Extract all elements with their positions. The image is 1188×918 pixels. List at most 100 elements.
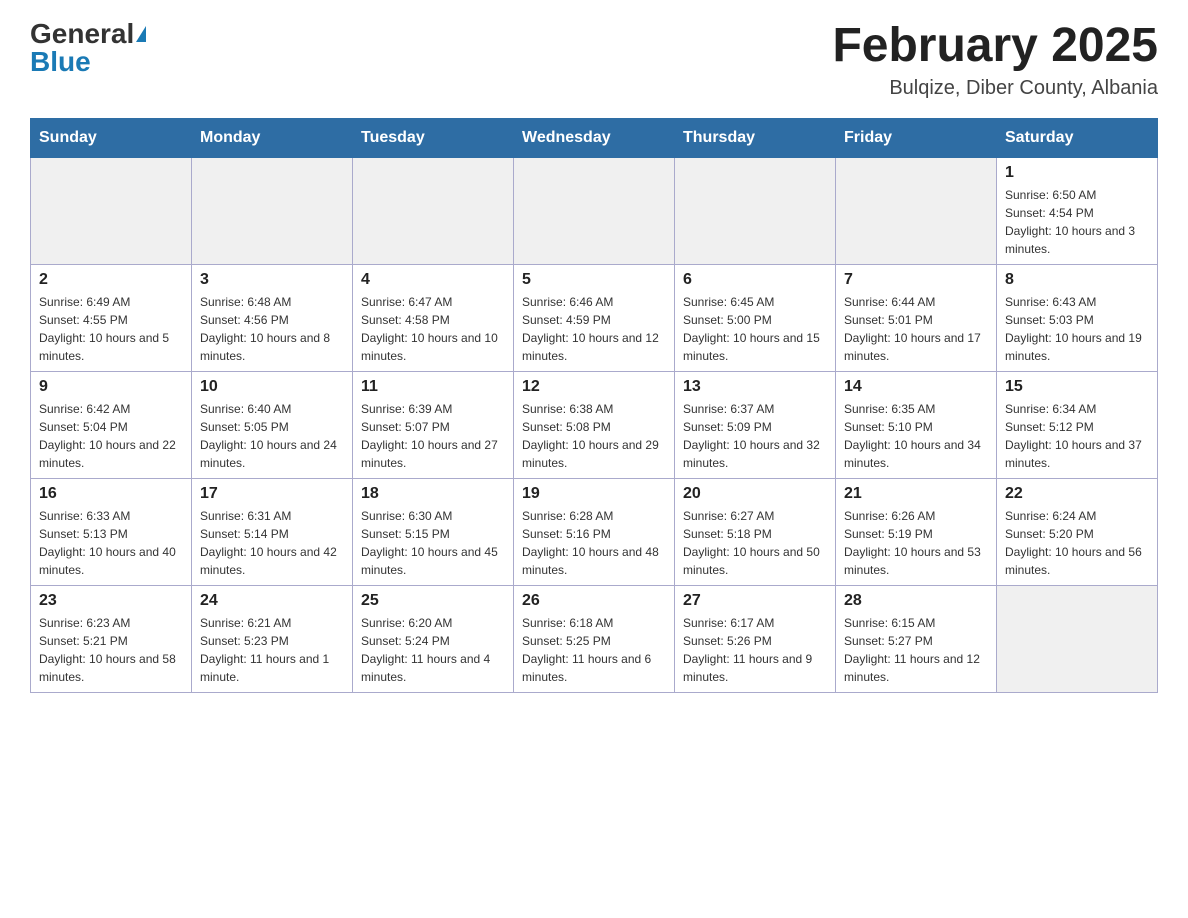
calendar-cell: 23 Sunrise: 6:23 AM Sunset: 5:21 PM Dayli…	[31, 585, 192, 692]
day-info: Sunrise: 6:23 AM Sunset: 5:21 PM Dayligh…	[39, 614, 183, 686]
logo-triangle-icon	[136, 26, 146, 42]
day-number: 23	[39, 592, 183, 610]
calendar-cell: 3 Sunrise: 6:48 AM Sunset: 4:56 PM Daylig…	[192, 264, 353, 371]
day-info: Sunrise: 6:42 AM Sunset: 5:04 PM Dayligh…	[39, 400, 183, 472]
calendar-cell	[192, 157, 353, 264]
day-number: 5	[522, 271, 666, 289]
day-info: Sunrise: 6:47 AM Sunset: 4:58 PM Dayligh…	[361, 293, 505, 365]
day-header-tuesday: Tuesday	[353, 118, 514, 157]
day-info: Sunrise: 6:33 AM Sunset: 5:13 PM Dayligh…	[39, 507, 183, 579]
day-info: Sunrise: 6:28 AM Sunset: 5:16 PM Dayligh…	[522, 507, 666, 579]
calendar-cell: 20 Sunrise: 6:27 AM Sunset: 5:18 PM Dayli…	[675, 478, 836, 585]
day-info: Sunrise: 6:38 AM Sunset: 5:08 PM Dayligh…	[522, 400, 666, 472]
day-number: 3	[200, 271, 344, 289]
day-info: Sunrise: 6:43 AM Sunset: 5:03 PM Dayligh…	[1005, 293, 1149, 365]
day-number: 1	[1005, 164, 1149, 182]
day-info: Sunrise: 6:49 AM Sunset: 4:55 PM Dayligh…	[39, 293, 183, 365]
day-info: Sunrise: 6:48 AM Sunset: 4:56 PM Dayligh…	[200, 293, 344, 365]
calendar-cell	[31, 157, 192, 264]
day-info: Sunrise: 6:35 AM Sunset: 5:10 PM Dayligh…	[844, 400, 988, 472]
day-info: Sunrise: 6:37 AM Sunset: 5:09 PM Dayligh…	[683, 400, 827, 472]
header: General Blue February 2025 Bulqize, Dibe…	[30, 20, 1158, 100]
day-number: 20	[683, 485, 827, 503]
day-header-thursday: Thursday	[675, 118, 836, 157]
calendar-cell	[514, 157, 675, 264]
calendar-cell: 22Sunrise: 6:24 AM Sunset: 5:20 PM Dayli…	[997, 478, 1158, 585]
calendar-cell: 6 Sunrise: 6:45 AM Sunset: 5:00 PM Daylig…	[675, 264, 836, 371]
calendar-week-row: 16Sunrise: 6:33 AM Sunset: 5:13 PM Dayli…	[31, 478, 1158, 585]
calendar-table: SundayMondayTuesdayWednesdayThursdayFrid…	[30, 118, 1158, 693]
day-info: Sunrise: 6:45 AM Sunset: 5:00 PM Dayligh…	[683, 293, 827, 365]
day-number: 28	[844, 592, 988, 610]
calendar-cell: 4 Sunrise: 6:47 AM Sunset: 4:58 PM Daylig…	[353, 264, 514, 371]
day-number: 26	[522, 592, 666, 610]
day-number: 17	[200, 485, 344, 503]
calendar-cell	[353, 157, 514, 264]
day-number: 4	[361, 271, 505, 289]
day-info: Sunrise: 6:17 AM Sunset: 5:26 PM Dayligh…	[683, 614, 827, 686]
calendar-cell: 13 Sunrise: 6:37 AM Sunset: 5:09 PM Dayli…	[675, 371, 836, 478]
title-area: February 2025 Bulqize, Diber County, Alb…	[832, 20, 1158, 100]
calendar-cell: 25Sunrise: 6:20 AM Sunset: 5:24 PM Dayli…	[353, 585, 514, 692]
day-info: Sunrise: 6:20 AM Sunset: 5:24 PM Dayligh…	[361, 614, 505, 686]
calendar-week-row: 23 Sunrise: 6:23 AM Sunset: 5:21 PM Dayli…	[31, 585, 1158, 692]
day-number: 8	[1005, 271, 1149, 289]
month-title: February 2025	[832, 20, 1158, 73]
calendar-cell	[675, 157, 836, 264]
day-number: 10	[200, 378, 344, 396]
calendar-cell: 9 Sunrise: 6:42 AM Sunset: 5:04 PM Daylig…	[31, 371, 192, 478]
day-number: 18	[361, 485, 505, 503]
calendar-cell	[836, 157, 997, 264]
day-info: Sunrise: 6:18 AM Sunset: 5:25 PM Dayligh…	[522, 614, 666, 686]
day-number: 15	[1005, 378, 1149, 396]
calendar-cell: 11 Sunrise: 6:39 AM Sunset: 5:07 PM Dayli…	[353, 371, 514, 478]
calendar-cell: 19 Sunrise: 6:28 AM Sunset: 5:16 PM Dayli…	[514, 478, 675, 585]
calendar-cell: 28 Sunrise: 6:15 AM Sunset: 5:27 PM Dayli…	[836, 585, 997, 692]
day-number: 7	[844, 271, 988, 289]
calendar-cell: 24 Sunrise: 6:21 AM Sunset: 5:23 PM Dayli…	[192, 585, 353, 692]
day-number: 14	[844, 378, 988, 396]
day-number: 2	[39, 271, 183, 289]
calendar-cell: 27 Sunrise: 6:17 AM Sunset: 5:26 PM Dayli…	[675, 585, 836, 692]
day-number: 19	[522, 485, 666, 503]
calendar-cell: 7Sunrise: 6:44 AM Sunset: 5:01 PM Daylig…	[836, 264, 997, 371]
day-info: Sunrise: 6:15 AM Sunset: 5:27 PM Dayligh…	[844, 614, 988, 686]
day-number: 11	[361, 378, 505, 396]
day-info: Sunrise: 6:30 AM Sunset: 5:15 PM Dayligh…	[361, 507, 505, 579]
day-number: 6	[683, 271, 827, 289]
calendar-cell: 21 Sunrise: 6:26 AM Sunset: 5:19 PM Dayli…	[836, 478, 997, 585]
logo-general-text: General	[30, 20, 134, 48]
calendar-cell: 14 Sunrise: 6:35 AM Sunset: 5:10 PM Dayli…	[836, 371, 997, 478]
logo: General Blue	[30, 20, 146, 76]
calendar-cell: 8 Sunrise: 6:43 AM Sunset: 5:03 PM Daylig…	[997, 264, 1158, 371]
calendar-header-row: SundayMondayTuesdayWednesdayThursdayFrid…	[31, 118, 1158, 157]
calendar-cell: 5 Sunrise: 6:46 AM Sunset: 4:59 PM Daylig…	[514, 264, 675, 371]
calendar-cell: 18 Sunrise: 6:30 AM Sunset: 5:15 PM Dayli…	[353, 478, 514, 585]
day-number: 24	[200, 592, 344, 610]
day-number: 21	[844, 485, 988, 503]
day-number: 9	[39, 378, 183, 396]
day-header-sunday: Sunday	[31, 118, 192, 157]
calendar-cell: 10 Sunrise: 6:40 AM Sunset: 5:05 PM Dayli…	[192, 371, 353, 478]
calendar-week-row: 9 Sunrise: 6:42 AM Sunset: 5:04 PM Daylig…	[31, 371, 1158, 478]
calendar-cell	[997, 585, 1158, 692]
calendar-cell: 26 Sunrise: 6:18 AM Sunset: 5:25 PM Dayli…	[514, 585, 675, 692]
day-number: 27	[683, 592, 827, 610]
day-info: Sunrise: 6:21 AM Sunset: 5:23 PM Dayligh…	[200, 614, 344, 686]
day-header-monday: Monday	[192, 118, 353, 157]
day-info: Sunrise: 6:26 AM Sunset: 5:19 PM Dayligh…	[844, 507, 988, 579]
day-info: Sunrise: 6:31 AM Sunset: 5:14 PM Dayligh…	[200, 507, 344, 579]
calendar-cell: 15 Sunrise: 6:34 AM Sunset: 5:12 PM Dayli…	[997, 371, 1158, 478]
day-number: 13	[683, 378, 827, 396]
day-info: Sunrise: 6:34 AM Sunset: 5:12 PM Dayligh…	[1005, 400, 1149, 472]
day-header-saturday: Saturday	[997, 118, 1158, 157]
day-info: Sunrise: 6:50 AM Sunset: 4:54 PM Dayligh…	[1005, 186, 1149, 258]
day-info: Sunrise: 6:27 AM Sunset: 5:18 PM Dayligh…	[683, 507, 827, 579]
logo-blue-text: Blue	[30, 48, 91, 76]
day-info: Sunrise: 6:40 AM Sunset: 5:05 PM Dayligh…	[200, 400, 344, 472]
day-header-wednesday: Wednesday	[514, 118, 675, 157]
day-info: Sunrise: 6:24 AM Sunset: 5:20 PM Dayligh…	[1005, 507, 1149, 579]
day-info: Sunrise: 6:46 AM Sunset: 4:59 PM Dayligh…	[522, 293, 666, 365]
calendar-week-row: 2 Sunrise: 6:49 AM Sunset: 4:55 PM Daylig…	[31, 264, 1158, 371]
day-info: Sunrise: 6:39 AM Sunset: 5:07 PM Dayligh…	[361, 400, 505, 472]
